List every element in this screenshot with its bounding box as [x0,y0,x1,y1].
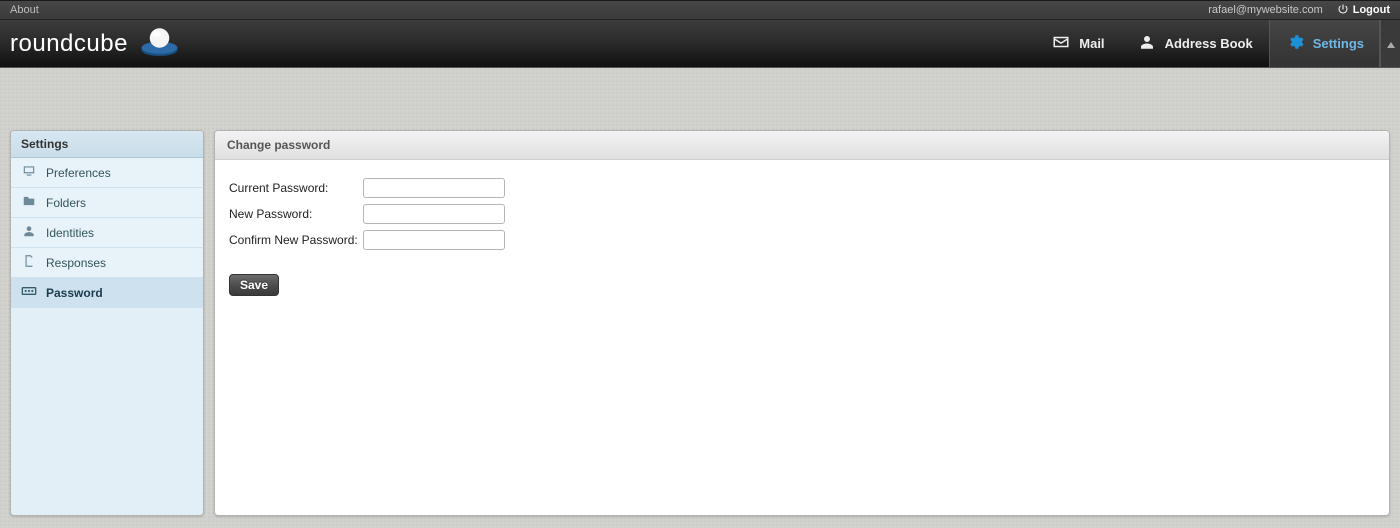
panel-body: Current Password: New Password: Confirm … [215,160,1389,314]
about-link[interactable]: About [10,4,39,16]
mail-icon [1051,33,1071,54]
input-current-password[interactable] [363,178,505,198]
sidebar-item-label: Preferences [46,166,111,180]
row-current-password: Current Password: [229,178,1375,198]
chevron-up-icon [1387,35,1395,53]
sidebar-item-responses[interactable]: Responses [11,248,203,278]
person-icon [21,224,37,241]
sidebar-item-identities[interactable]: Identities [11,218,203,248]
content-area: Settings Preferences Folders Identities … [0,70,1400,528]
person-icon [1137,33,1157,54]
roundcube-icon [134,24,182,63]
main-panel: Change password Current Password: New Pa… [214,130,1390,516]
gear-icon [1285,33,1305,54]
nav-dropdown-toggle[interactable] [1380,20,1400,67]
power-icon [1337,3,1349,18]
document-icon [21,254,37,271]
password-icon [21,284,37,301]
brand-name-2: cube [74,30,128,57]
sidebar-item-folders[interactable]: Folders [11,188,203,218]
main-nav: Mail Address Book Settings [1035,20,1400,67]
nav-addressbook-label: Address Book [1165,36,1253,51]
sidebar-item-preferences[interactable]: Preferences [11,158,203,188]
top-bar: About rafael@mywebsite.com Logout [0,0,1400,20]
logout-link[interactable]: Logout [1337,3,1390,18]
save-button[interactable]: Save [229,274,279,296]
nav-mail[interactable]: Mail [1035,20,1120,67]
row-confirm-password: Confirm New Password: [229,230,1375,250]
label-confirm-password: Confirm New Password: [229,233,363,247]
nav-mail-label: Mail [1079,36,1104,51]
label-new-password: New Password: [229,207,363,221]
row-new-password: New Password: [229,204,1375,224]
panel-title: Change password [215,131,1389,160]
nav-settings-label: Settings [1313,36,1364,51]
brand-name-1: round [10,30,74,57]
brand-logo[interactable]: roundcube [10,24,182,63]
nav-settings[interactable]: Settings [1269,20,1380,67]
main-header: roundcube Mail Address Book [0,20,1400,68]
logout-label: Logout [1353,4,1390,16]
settings-sidebar: Settings Preferences Folders Identities … [10,130,204,516]
sidebar-item-password[interactable]: Password [11,278,203,308]
sidebar-item-label: Folders [46,196,86,210]
user-email: rafael@mywebsite.com [1208,4,1322,16]
input-confirm-password[interactable] [363,230,505,250]
folder-icon [21,194,37,211]
sidebar-item-label: Password [46,286,103,300]
input-new-password[interactable] [363,204,505,224]
sidebar-item-label: Responses [46,256,106,270]
monitor-icon [21,164,37,181]
label-current-password: Current Password: [229,181,363,195]
sidebar-item-label: Identities [46,226,94,240]
sidebar-header: Settings [11,131,203,158]
nav-addressbook[interactable]: Address Book [1121,20,1269,67]
